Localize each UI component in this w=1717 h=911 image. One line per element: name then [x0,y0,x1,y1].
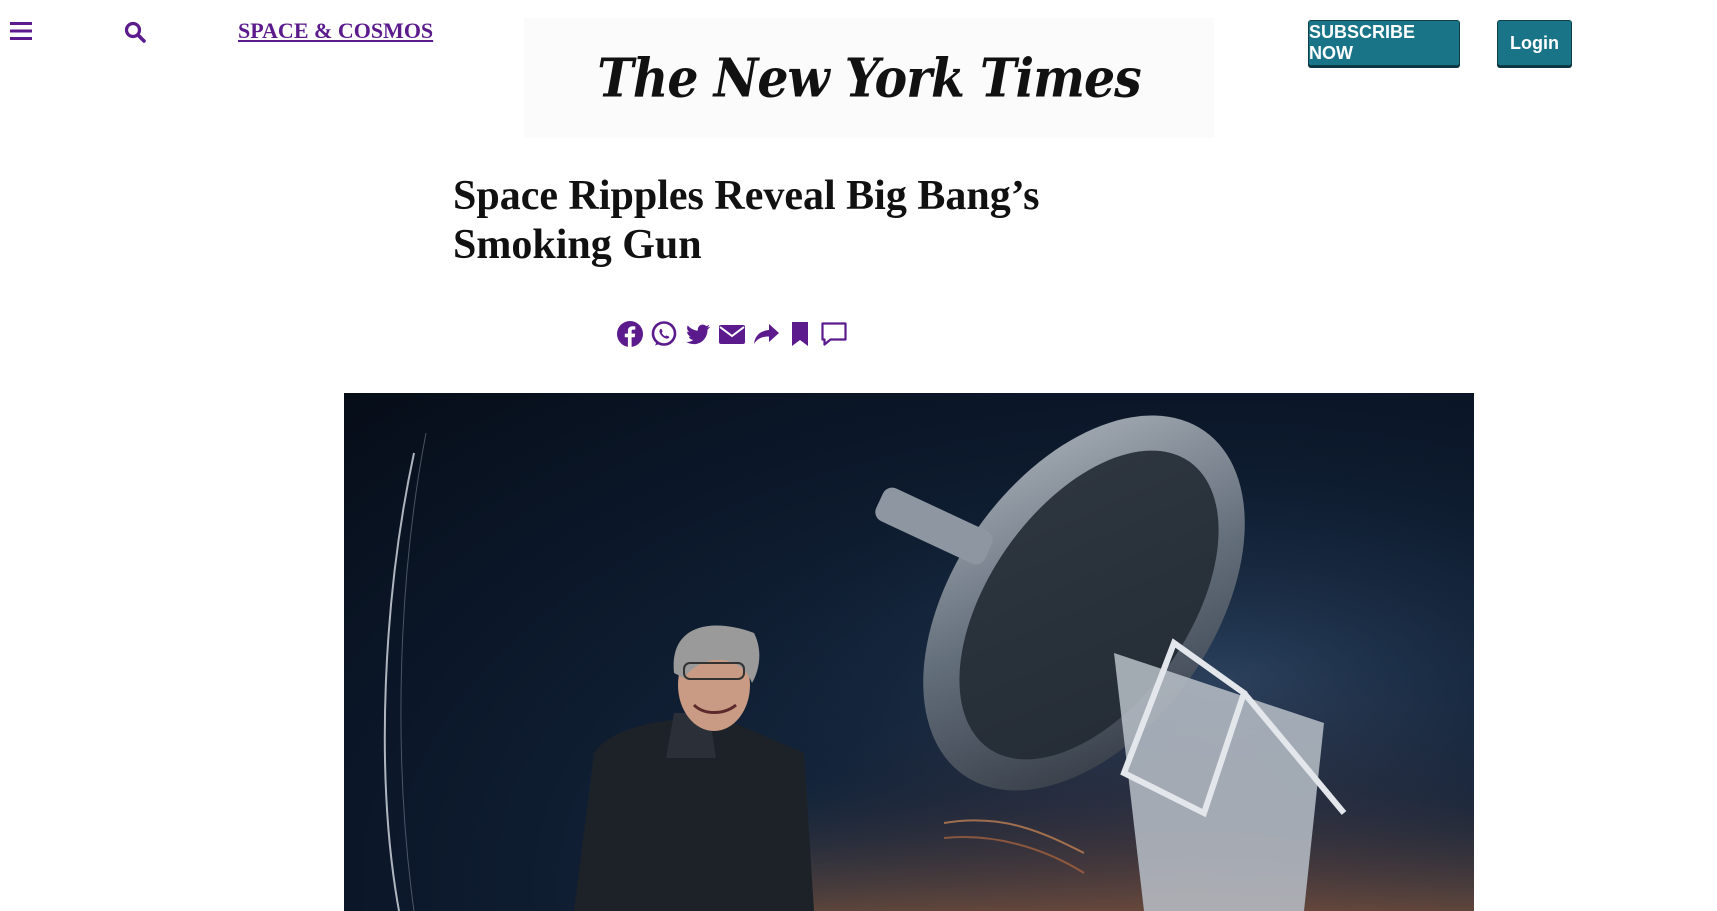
masthead-logo[interactable]: The New York Times [524,18,1214,138]
hamburger-menu-icon[interactable] [10,20,32,42]
share-toolbar [616,320,848,348]
section-link-space-cosmos[interactable]: SPACE & COSMOS [238,18,433,44]
facebook-icon[interactable] [616,320,644,348]
login-button[interactable]: Login [1497,20,1572,66]
article-headline: Space Ripples Reveal Big Bang’s Smoking … [453,173,1040,268]
masthead-title: The New York Times [597,46,1141,110]
subscribe-button[interactable]: SUBSCRIBE NOW [1308,20,1460,66]
twitter-icon[interactable] [684,320,712,348]
comment-icon[interactable] [820,320,848,348]
share-icon[interactable] [752,320,780,348]
hero-image [344,393,1474,911]
hero-telescope-illustration [344,393,1474,911]
bookmark-icon[interactable] [786,320,814,348]
search-icon[interactable] [123,20,147,44]
whatsapp-icon[interactable] [650,320,678,348]
email-icon[interactable] [718,320,746,348]
